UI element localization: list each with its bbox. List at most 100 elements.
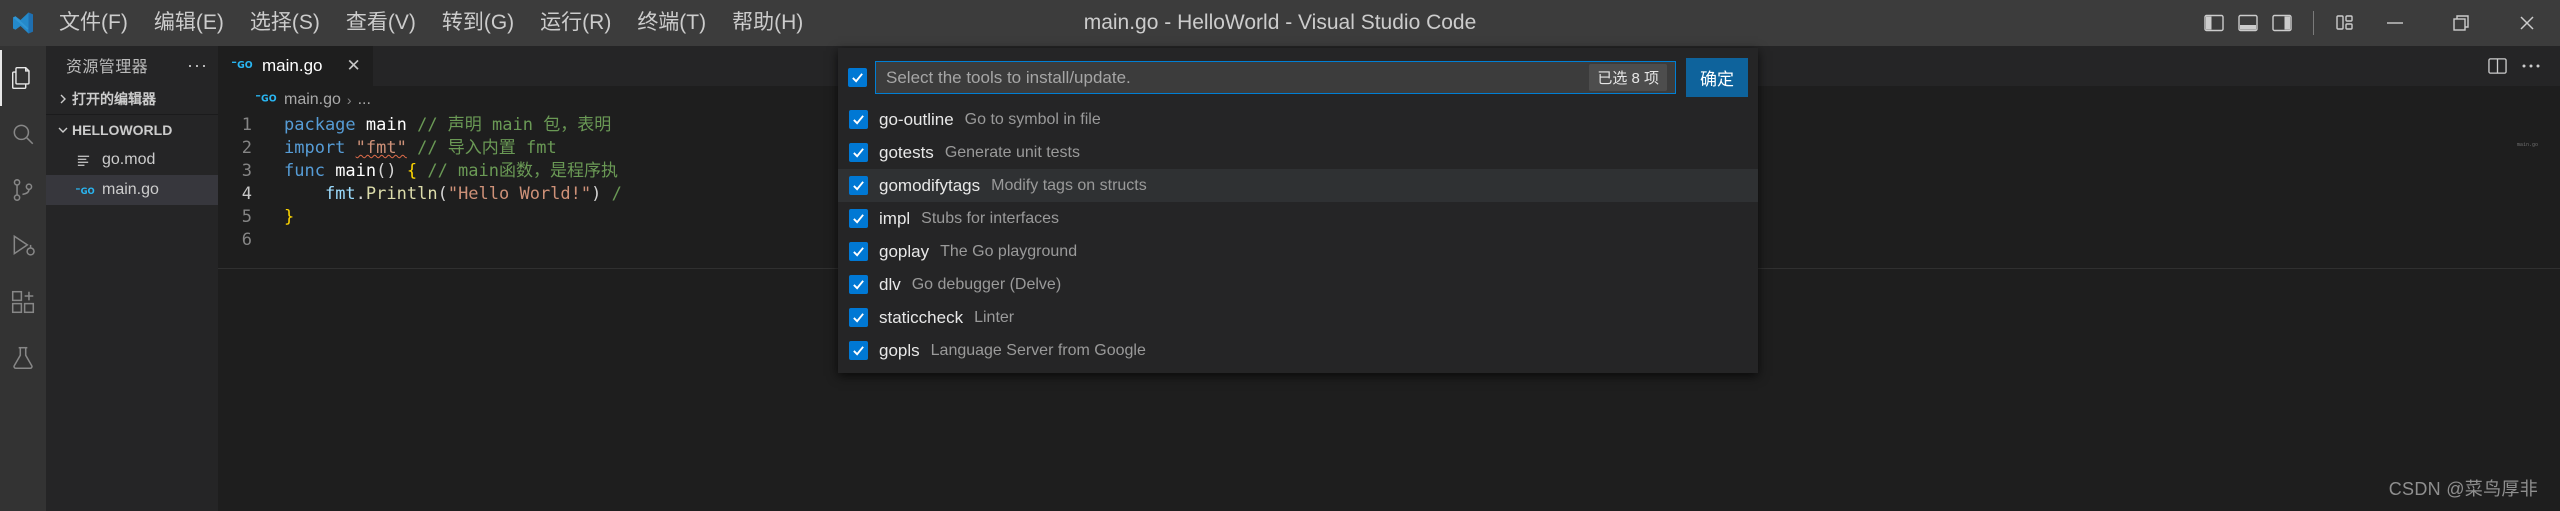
item-label: goplay xyxy=(879,241,930,261)
quick-pick-item-gomodifytags[interactable]: gomodifytags Modify tags on structs xyxy=(838,169,1758,202)
quick-pick-input-row: Select the tools to install/update. 已选 8… xyxy=(838,48,1758,103)
line-text: } xyxy=(278,206,294,229)
menu-go[interactable]: 转到(G) xyxy=(429,0,527,46)
svg-text:GO: GO xyxy=(261,93,277,104)
window-minimize-icon[interactable] xyxy=(2362,0,2428,46)
line-number: 1 xyxy=(241,115,252,135)
checkbox-staticcheck[interactable] xyxy=(849,308,868,327)
code-token: { xyxy=(406,161,418,181)
menu-file[interactable]: 文件(F) xyxy=(46,0,141,46)
toggle-primary-sidebar-icon[interactable] xyxy=(2197,0,2231,46)
line-text: fmt.Println("Hello World!") / xyxy=(278,183,622,206)
line-text: func main() { // main函数，是程序执 xyxy=(278,160,618,183)
item-description: Generate unit tests xyxy=(944,143,1080,161)
code-token: // 导入内置 fmt xyxy=(406,138,557,158)
breadcrumb-file[interactable]: main.go xyxy=(284,91,341,109)
sidebar-title: 资源管理器 xyxy=(66,59,149,76)
activity-bar xyxy=(0,46,46,511)
quick-pick-item-staticcheck[interactable]: staticcheck Linter xyxy=(838,301,1758,334)
sidebar-file-go-mod[interactable]: go.mod xyxy=(46,145,218,175)
menu-terminal[interactable]: 终端(T) xyxy=(624,0,719,46)
item-label: gomodifytags xyxy=(879,175,981,195)
line-number: 4 xyxy=(241,184,252,204)
file-label: main.go xyxy=(102,181,159,198)
item-label: gotests xyxy=(879,142,934,162)
tab-close-icon[interactable]: ✕ xyxy=(346,56,360,76)
sidebar-section-helloworld[interactable]: HELLOWORLD xyxy=(46,115,218,145)
title-divider xyxy=(2313,11,2314,35)
sidebar-section-open-editors[interactable]: 打开的编辑器 xyxy=(46,84,218,114)
minimap-text: main.go xyxy=(2516,142,2538,148)
menu-selection[interactable]: 选择(S) xyxy=(237,0,333,46)
svg-text:GO: GO xyxy=(81,185,95,195)
window-close-icon[interactable] xyxy=(2494,0,2560,46)
code-token: main xyxy=(335,161,377,181)
customize-layout-icon[interactable] xyxy=(2328,0,2362,46)
activity-run-debug[interactable] xyxy=(0,218,46,274)
window-maximize-icon[interactable] xyxy=(2428,0,2494,46)
split-editor-icon[interactable] xyxy=(2482,46,2512,86)
code-token: ( xyxy=(437,184,448,204)
code-token: . xyxy=(355,184,366,204)
checkbox-gopls[interactable] xyxy=(849,341,868,360)
chevron-right-icon xyxy=(54,93,72,105)
checkbox-dlv[interactable] xyxy=(849,275,868,294)
quick-pick-item-gopls[interactable]: gopls Language Server from Google xyxy=(838,334,1758,367)
checkbox-impl[interactable] xyxy=(849,209,868,228)
title-bar: 文件(F) 编辑(E) 选择(S) 查看(V) 转到(G) 运行(R) 终端(T… xyxy=(0,0,2560,46)
code-token: / xyxy=(601,184,622,204)
item-label: staticcheck xyxy=(879,307,964,327)
item-description: Go to symbol in file xyxy=(964,110,1101,128)
line-number: 5 xyxy=(241,207,252,227)
editor-tab-actions xyxy=(2482,46,2560,86)
code-token: () xyxy=(376,161,407,181)
activity-source-control[interactable] xyxy=(0,162,46,218)
editor-vertical-scrollbar[interactable] xyxy=(2546,114,2560,511)
file-label: go.mod xyxy=(102,151,156,168)
menu-edit[interactable]: 编辑(E) xyxy=(141,0,237,46)
quick-pick-item-go-outline[interactable]: go-outline Go to symbol in file xyxy=(838,103,1758,136)
go-icon: GO xyxy=(232,56,254,76)
quick-pick-item-impl[interactable]: impl Stubs for interfaces xyxy=(838,202,1758,235)
quick-pick-dialog: Select the tools to install/update. 已选 8… xyxy=(838,48,1758,373)
quick-pick-placeholder: Select the tools to install/update. xyxy=(886,67,1131,87)
sidebar-more-actions-icon[interactable]: ··· xyxy=(183,55,212,76)
menu-run[interactable]: 运行(R) xyxy=(527,0,624,46)
line-number: 2 xyxy=(241,138,252,158)
activity-testing[interactable] xyxy=(0,330,46,386)
code-token: package xyxy=(284,115,366,135)
sidebar-file-main-go[interactable]: GO main.go xyxy=(46,175,218,205)
activity-search[interactable] xyxy=(0,106,46,162)
quick-pick-list: go-outline Go to symbol in file gotests Gen… xyxy=(838,103,1758,373)
tab-label: main.go xyxy=(262,56,323,75)
checkbox-gomodifytags[interactable] xyxy=(849,176,868,195)
checkbox-go-outline[interactable] xyxy=(849,110,868,129)
select-all-checkbox[interactable] xyxy=(848,68,867,87)
activity-explorer[interactable] xyxy=(0,50,46,106)
menu-view[interactable]: 查看(V) xyxy=(333,0,429,46)
go-icon: GO xyxy=(256,91,278,109)
breadcrumb-rest[interactable]: ... xyxy=(358,91,371,109)
tab-main-go[interactable]: GO main.go ✕ xyxy=(218,46,374,86)
toggle-panel-icon[interactable] xyxy=(2231,0,2265,46)
quick-pick-item-goplay[interactable]: goplay The Go playground xyxy=(838,235,1758,268)
confirm-button[interactable]: 确定 xyxy=(1686,58,1748,97)
activity-extensions[interactable] xyxy=(0,274,46,330)
editor-more-actions-icon[interactable] xyxy=(2516,46,2546,86)
checkbox-gotests[interactable] xyxy=(849,143,868,162)
toggle-secondary-sidebar-icon[interactable] xyxy=(2265,0,2299,46)
menu-bar: 文件(F) 编辑(E) 选择(S) 查看(V) 转到(G) 运行(R) 终端(T… xyxy=(46,0,816,46)
quick-pick-item-gotests[interactable]: gotests Generate unit tests xyxy=(838,136,1758,169)
quick-pick-input[interactable]: Select the tools to install/update. 已选 8… xyxy=(875,61,1676,94)
item-description: Go debugger (Delve) xyxy=(911,275,1062,293)
code-token: ) xyxy=(591,184,602,204)
line-text: package main // 声明 main 包，表明 xyxy=(278,114,611,137)
item-label: go-outline xyxy=(879,109,954,129)
quick-pick-item-dlv[interactable]: dlv Go debugger (Delve) xyxy=(838,268,1758,301)
go-icon: GO xyxy=(76,184,102,197)
explorer-sidebar: 资源管理器 ··· 打开的编辑器 HELLOWORLD go.mod GO ma… xyxy=(46,46,218,511)
checkbox-goplay[interactable] xyxy=(849,242,868,261)
menu-help[interactable]: 帮助(H) xyxy=(719,0,816,46)
gomod-icon xyxy=(76,153,102,168)
